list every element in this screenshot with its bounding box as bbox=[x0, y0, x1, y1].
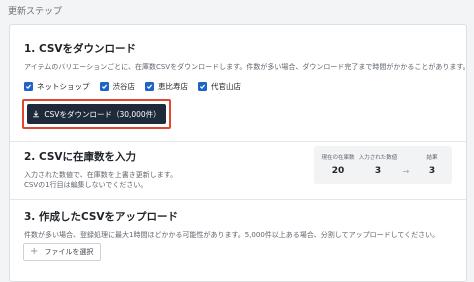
current-stock-label: 現在の在庫数 bbox=[321, 155, 355, 161]
select-file-button[interactable]: + ファイルを選択 bbox=[23, 243, 101, 261]
download-highlight: CSVをダウンロード（30,000件） bbox=[22, 99, 171, 129]
arrow-right-icon: → bbox=[402, 167, 410, 176]
csv-download-button[interactable]: CSVをダウンロード（30,000件） bbox=[27, 104, 166, 124]
store-label: ネットショップ bbox=[37, 82, 90, 91]
update-steps-card: 1. CSVをダウンロード アイテムのバリエーションごとに、在庫数CSVをダウン… bbox=[9, 24, 470, 282]
result-value: 3 bbox=[428, 166, 436, 176]
checkbox-checked-icon[interactable] bbox=[145, 82, 154, 91]
download-icon bbox=[33, 110, 40, 118]
step-3-title: 3. 作成したCSVをアップロード bbox=[24, 211, 179, 223]
page-title: 更新ステップ bbox=[8, 7, 63, 17]
stock-example-panel: 現在の在庫数 入力された数値 結果 20 3 → 3 bbox=[314, 146, 452, 184]
step-3-description: 件数が多い場合、登録処理に最大1時間ほどかかる可能性があります。5,000件以上… bbox=[24, 231, 440, 239]
page-header: 更新ステップ bbox=[0, 0, 474, 22]
step-1-title: 1. CSVをダウンロード bbox=[24, 43, 137, 55]
divider bbox=[10, 199, 466, 200]
store-checkbox-netshop[interactable]: ネットショップ bbox=[24, 81, 90, 92]
csv-download-label: CSVをダウンロード（30,000件） bbox=[44, 109, 161, 119]
plus-icon: + bbox=[30, 246, 39, 257]
input-value: 3 bbox=[374, 166, 382, 176]
store-label: 恵比寿店 bbox=[158, 82, 188, 91]
current-stock-value: 20 bbox=[331, 166, 345, 176]
store-label: 代官山店 bbox=[211, 82, 241, 91]
checkbox-checked-icon[interactable] bbox=[24, 82, 33, 91]
step-1: 1. CSVをダウンロード アイテムのバリエーションごとに、在庫数CSVをダウン… bbox=[24, 41, 470, 92]
store-checkbox-ebisu[interactable]: 恵比寿店 bbox=[145, 81, 188, 92]
step-3: 3. 作成したCSVをアップロード 件数が多い場合、登録処理に最大1時間ほどかか… bbox=[24, 209, 452, 240]
store-checkboxes: ネットショップ 渋谷店 恵比寿店 代官山店 bbox=[24, 81, 452, 92]
store-checkbox-daikanyama[interactable]: 代官山店 bbox=[198, 81, 241, 92]
store-checkbox-shibuya[interactable]: 渋谷店 bbox=[99, 81, 136, 92]
store-label: 渋谷店 bbox=[112, 82, 136, 91]
input-value-label: 入力された数値 bbox=[358, 155, 398, 161]
checkbox-checked-icon[interactable] bbox=[198, 82, 207, 91]
select-file-label: ファイルを選択 bbox=[44, 248, 94, 256]
divider bbox=[10, 141, 466, 142]
result-label: 結果 bbox=[426, 155, 438, 161]
checkbox-checked-icon[interactable] bbox=[99, 82, 109, 91]
step-1-description: アイテムのバリエーションごとに、在庫数CSVをダウンロードします。件数が多い場合… bbox=[24, 63, 470, 71]
